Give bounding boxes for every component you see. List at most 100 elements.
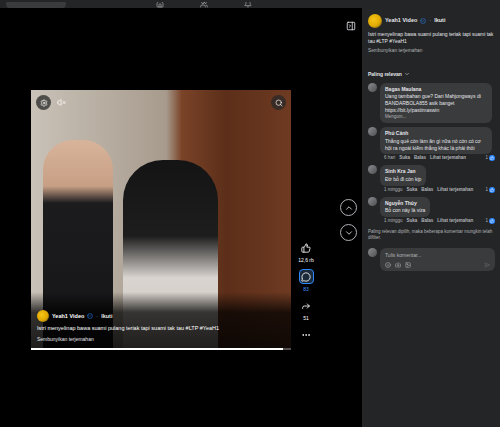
comment-author[interactable]: Sinh Kra Jan bbox=[385, 168, 421, 175]
follow-link[interactable]: Ikuti bbox=[434, 17, 445, 24]
comment-list: Bagas MaulanaUang tambahan gue? Dari Mah… bbox=[368, 83, 495, 224]
filter-note: Paling relevan dipilih, maka beberapa ko… bbox=[368, 229, 495, 241]
like-button[interactable] bbox=[298, 240, 313, 255]
next-button[interactable] bbox=[340, 224, 357, 241]
comment-author[interactable]: Phú Cảnh bbox=[385, 130, 487, 137]
comment-action[interactable]: Balas bbox=[421, 187, 433, 193]
sort-label: Paling relevan bbox=[368, 71, 402, 78]
comment-body: Phú CảnhThằng quê còn làm ăn gì nữa nó c… bbox=[380, 127, 495, 161]
comment-text: Thằng quê còn làm ăn gì nữa nó còn có cơ… bbox=[385, 138, 487, 152]
comment-action[interactable]: Balas bbox=[414, 155, 426, 161]
like-icon bbox=[490, 156, 494, 160]
panel-header: Yeah1 Video ·Ikuti bbox=[368, 14, 495, 28]
page-avatar[interactable] bbox=[368, 14, 382, 28]
page-name[interactable]: Yeah1 Video bbox=[385, 17, 417, 24]
comment-bubble: Bagas MaulanaUang tambahan gue? Dari Mah… bbox=[380, 83, 492, 124]
settings-button[interactable] bbox=[36, 95, 51, 110]
comment-action[interactable]: Lihat terjemahan bbox=[437, 218, 473, 224]
more-button[interactable] bbox=[299, 327, 314, 342]
separator: · bbox=[429, 17, 431, 24]
chevron-down-icon bbox=[344, 228, 354, 238]
post-caption: Istri menyelinap bawa suami pulang teria… bbox=[368, 31, 495, 45]
image-icon[interactable] bbox=[405, 262, 411, 268]
send-button[interactable] bbox=[484, 262, 490, 268]
composer-tools bbox=[385, 262, 490, 268]
like-icon bbox=[490, 188, 494, 192]
reaction-badge[interactable]: 1 bbox=[485, 155, 495, 161]
comment-action[interactable]: Lihat terjemahan bbox=[430, 155, 466, 161]
progress-bar[interactable] bbox=[31, 348, 291, 350]
page-row: Yeah1 Video·Ikuti bbox=[37, 310, 285, 322]
emoji-icon[interactable] bbox=[385, 262, 391, 268]
action-count: 51 bbox=[303, 315, 309, 321]
comment-action[interactable]: Suka bbox=[407, 218, 418, 224]
video-navigation bbox=[340, 199, 357, 241]
verified-icon bbox=[420, 18, 426, 24]
comment-bubble: Sinh Kra JanĐờ bỏ đi còn kịp bbox=[380, 165, 426, 185]
video-viewer: Yeah1 Video·IkutiIstri menyelinap bawa s… bbox=[0, 0, 500, 427]
comment-action[interactable]: 83 bbox=[299, 269, 314, 292]
comment-action[interactable]: Balas bbox=[421, 218, 433, 224]
share-action[interactable]: 51 bbox=[299, 298, 314, 321]
translation-toggle[interactable]: Sembunyikan terjemahan bbox=[368, 48, 495, 54]
chevron-up-icon bbox=[344, 203, 354, 213]
comment: Phú CảnhThằng quê còn làm ăn gì nữa nó c… bbox=[368, 127, 495, 161]
comment-input[interactable]: Tulis komentar... bbox=[380, 248, 495, 272]
user-avatar bbox=[368, 248, 377, 257]
page-avatar[interactable] bbox=[37, 310, 49, 322]
reaction-count: 1 bbox=[485, 155, 488, 161]
reaction-badge[interactable]: 1 bbox=[485, 218, 495, 224]
verified-icon bbox=[87, 313, 93, 319]
translation-toggle[interactable]: Sembunyikan terjemahan bbox=[37, 336, 285, 343]
comment: Bagas MaulanaUang tambahan gue? Dari Mah… bbox=[368, 83, 495, 124]
comment-author[interactable]: Nguyễn Thủy bbox=[385, 200, 425, 207]
page-name[interactable]: Yeah1 Video bbox=[52, 313, 84, 320]
sort-dropdown[interactable]: Paling relevan bbox=[368, 71, 495, 78]
muted-speaker-icon bbox=[57, 98, 66, 107]
zoom-button[interactable] bbox=[271, 95, 286, 110]
user-avatar[interactable] bbox=[368, 127, 377, 136]
comment-composer: Tulis komentar... bbox=[368, 248, 495, 272]
gear-icon bbox=[40, 99, 48, 107]
panel-collapse-icon bbox=[346, 21, 356, 31]
follow-link[interactable]: Ikuti bbox=[101, 313, 112, 320]
user-avatar[interactable] bbox=[368, 83, 377, 92]
video-info: Yeah1 Video·IkutiIstri menyelinap bawa s… bbox=[31, 292, 291, 350]
mute-button[interactable] bbox=[57, 98, 66, 107]
comment: Sinh Kra JanĐờ bỏ đi còn kịp 1 minggu Suka… bbox=[368, 165, 495, 192]
reaction-badge[interactable]: 1 bbox=[485, 187, 495, 193]
comment-text: Đờ bỏ đi còn kịp bbox=[385, 176, 421, 183]
comment-time[interactable]: 1 minggu bbox=[384, 218, 403, 224]
comment-action[interactable]: Suka bbox=[407, 187, 418, 193]
previous-button[interactable] bbox=[340, 199, 357, 216]
video-controls bbox=[31, 90, 291, 110]
comment-time[interactable]: 6 hari bbox=[384, 155, 395, 161]
user-avatar[interactable] bbox=[368, 165, 377, 174]
comment-body: Bagas MaulanaUang tambahan gue? Dari Mah… bbox=[380, 83, 495, 124]
comment-bubble: Nguyễn ThủyBỏ con này là vừa bbox=[380, 197, 430, 217]
comment-body: Sinh Kra JanĐờ bỏ đi còn kịp 1 minggu Suka… bbox=[380, 165, 495, 192]
action-count: 83 bbox=[303, 286, 309, 292]
user-avatar[interactable] bbox=[368, 197, 377, 206]
action-count: 12,6 rb bbox=[298, 257, 314, 263]
comment-button[interactable] bbox=[299, 269, 314, 284]
comment-time[interactable]: 1 minggu bbox=[384, 187, 403, 193]
like-icon bbox=[490, 219, 494, 223]
comment-bubble: Phú CảnhThằng quê còn làm ăn gì nữa nó c… bbox=[380, 127, 492, 154]
like-badge bbox=[489, 187, 495, 193]
collapse-button[interactable] bbox=[346, 21, 356, 31]
search-icon bbox=[275, 99, 283, 107]
comment-text: Bỏ con này là vừa bbox=[385, 207, 425, 214]
camera-icon[interactable] bbox=[395, 262, 401, 268]
like-action[interactable]: 12,6 rb bbox=[298, 240, 314, 263]
comment-action[interactable]: Lihat terjemahan bbox=[437, 187, 473, 193]
video-frame[interactable]: Yeah1 Video·IkutiIstri menyelinap bawa s… bbox=[31, 90, 291, 350]
comment-author[interactable]: Bagas Maulana bbox=[385, 86, 487, 93]
progress-fill bbox=[31, 348, 283, 350]
comment-action[interactable]: Suka bbox=[399, 155, 410, 161]
reaction-count: 1 bbox=[485, 187, 488, 193]
comment-body: Nguyễn ThủyBỏ con này là vừa1 mingguSuka… bbox=[380, 197, 495, 224]
like-badge bbox=[489, 155, 495, 161]
share-button[interactable] bbox=[299, 298, 314, 313]
video-overlay: Yeah1 Video·IkutiIstri menyelinap bawa s… bbox=[31, 90, 291, 350]
